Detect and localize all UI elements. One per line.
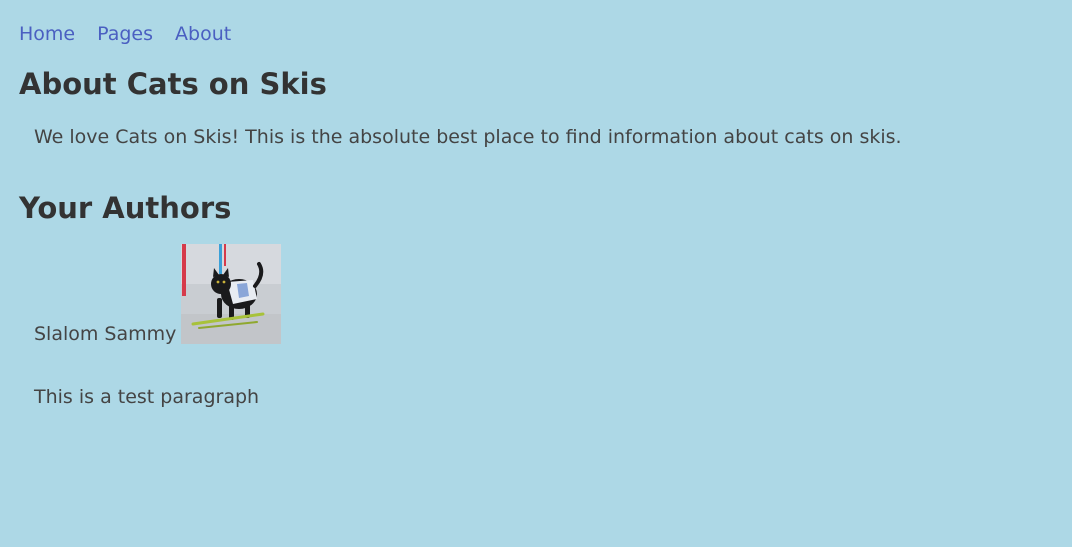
- authors-heading: Your Authors: [19, 191, 232, 225]
- author-name: Slalom Sammy: [34, 323, 177, 345]
- nav-link-pages[interactable]: Pages: [97, 20, 153, 48]
- author-entry: Slalom Sammy: [34, 244, 282, 345]
- test-paragraph: This is a test paragraph: [34, 386, 260, 408]
- main-nav: Home Pages About: [19, 20, 253, 48]
- nav-link-home[interactable]: Home: [19, 20, 75, 48]
- intro-paragraph: We love Cats on Skis! This is the absolu…: [34, 126, 902, 148]
- cat-skiing-photo: [181, 244, 282, 344]
- nav-link-about[interactable]: About: [175, 20, 231, 48]
- page-title: About Cats on Skis: [19, 67, 327, 101]
